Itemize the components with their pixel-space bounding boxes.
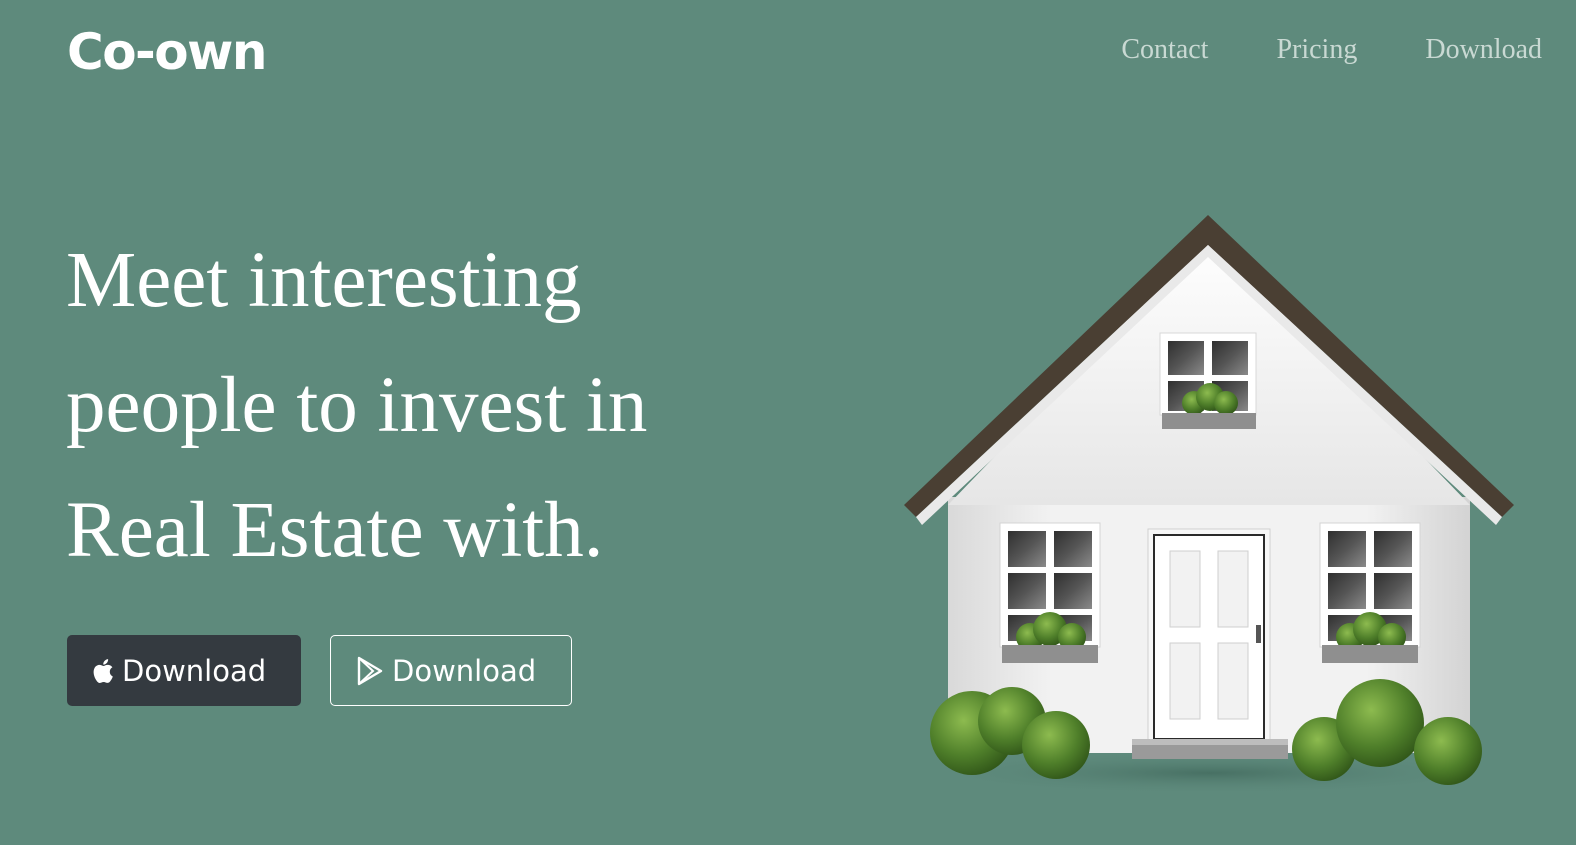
google-play-icon: [356, 656, 384, 686]
nav-link-pricing[interactable]: Pricing: [1276, 30, 1357, 70]
app-store-download-label: Download: [122, 653, 267, 688]
google-play-download-label: Download: [392, 653, 537, 688]
house-illustration: [900, 205, 1520, 805]
hero-headline-line-1: Meet interesting: [66, 237, 582, 324]
nav-link-contact[interactable]: Contact: [1121, 30, 1208, 70]
nav-link-download[interactable]: Download: [1425, 30, 1542, 70]
google-play-download-button[interactable]: Download: [330, 635, 572, 706]
hero-headline-line-3: Real Estate with.: [66, 487, 604, 574]
brand-logo[interactable]: Co-own: [67, 16, 267, 88]
app-store-download-button[interactable]: Download: [67, 635, 301, 706]
hero-headline: Meet interesting people to invest in Rea…: [66, 218, 786, 593]
hero-headline-line-2: people to invest in: [66, 362, 648, 449]
top-nav: Contact Pricing Download: [1121, 30, 1542, 70]
apple-icon: [92, 658, 114, 684]
